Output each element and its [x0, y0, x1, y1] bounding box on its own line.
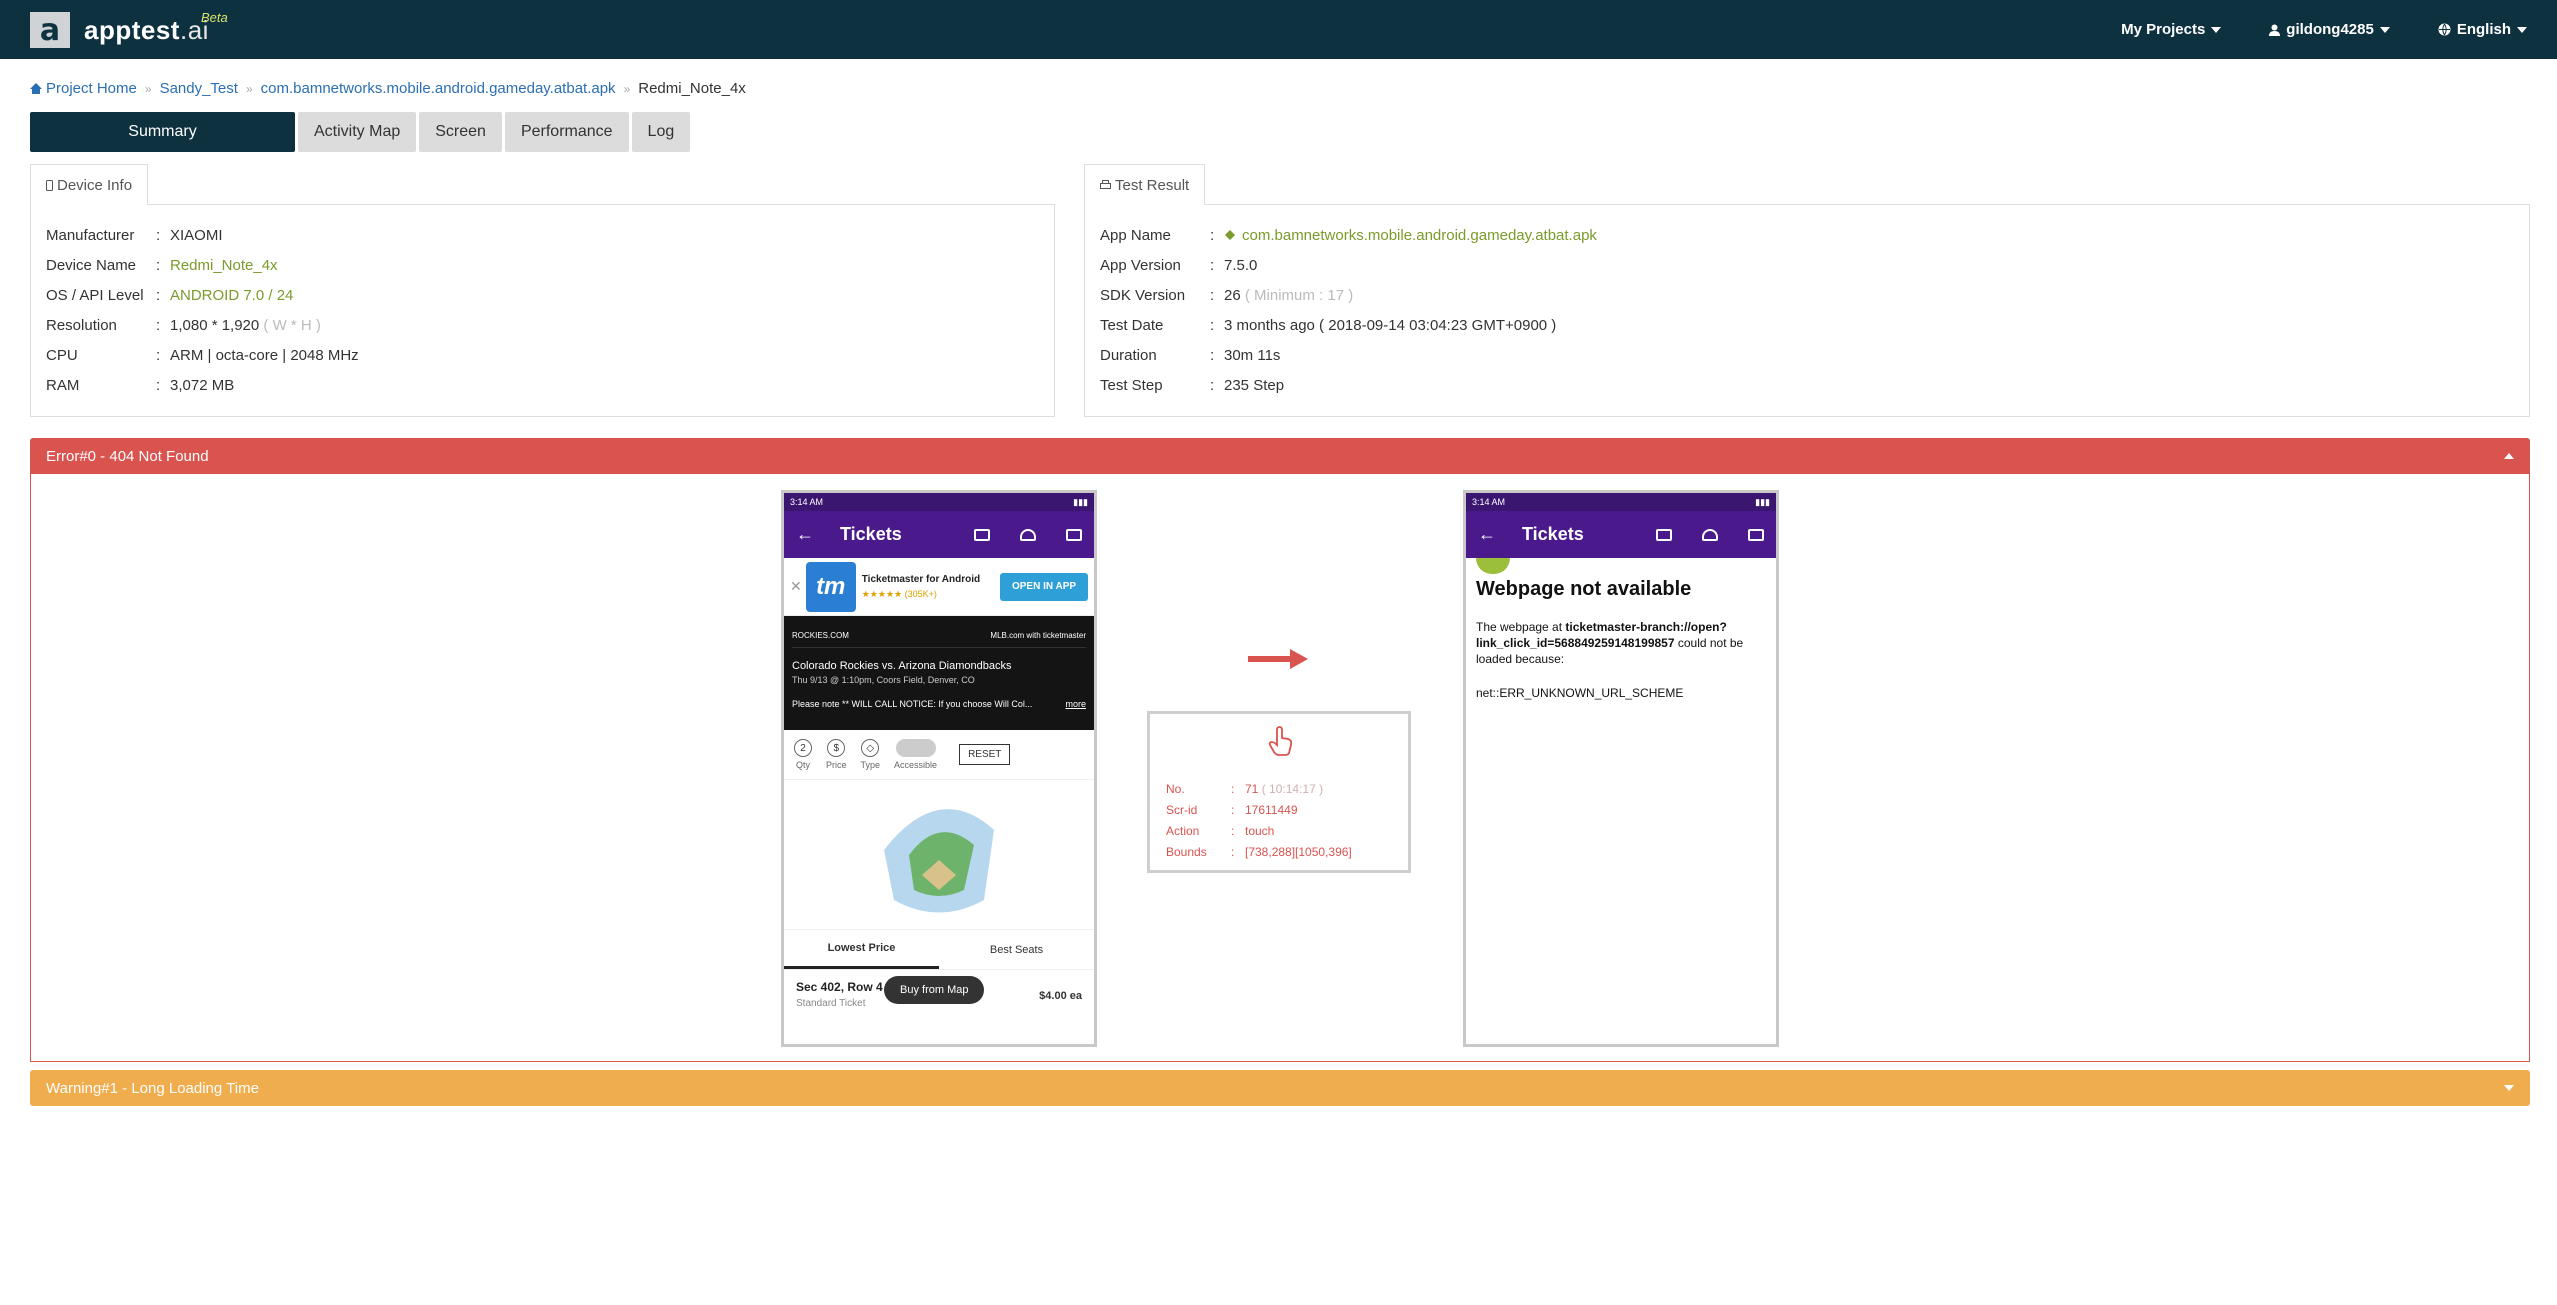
- info-row-ram: RAM:3,072 MB: [46, 377, 235, 394]
- before-screenshot: 3:14 AM ▮▮▮ ← Tickets ✕ tm Ticketmaster f…: [781, 490, 1097, 1047]
- info-row-app-name: App Name: com.bamnetworks.mobile.android…: [1100, 227, 1597, 244]
- test-result-tab[interactable]: Test Result: [1084, 164, 1206, 205]
- warning-panel-header[interactable]: Warning#1 - Long Loading Time: [30, 1070, 2530, 1106]
- info-row-sdk-version: SDK Version:26 ( Minimum : 17 ): [1100, 287, 1354, 304]
- stadium-map: [784, 780, 1094, 930]
- info-row-duration: Duration:30m 11s: [1100, 347, 1281, 364]
- caret-down-icon: [2211, 26, 2222, 33]
- event-block: ROCKIES.COM MLB.com with ticketmaster Col…: [784, 616, 1094, 730]
- ticket-listing: Sec 402, Row 4 Standard Ticket $4.00 ea …: [784, 970, 1094, 1020]
- user-menu[interactable]: gildong4285: [2269, 21, 2390, 38]
- sort-tabs: Lowest Price Best Seats: [784, 930, 1094, 970]
- back-arrow-icon: ←: [1478, 524, 1496, 544]
- my-projects-menu[interactable]: My Projects: [2121, 21, 2222, 38]
- action-row-scr-id: Scr-id:17611449: [1166, 803, 1298, 817]
- accessible-toggle: [895, 739, 936, 757]
- breadcrumb: Project Home » Sandy_Test » com.bamnetwo…: [30, 80, 746, 97]
- print-icon: [1100, 180, 1111, 189]
- mobile-icon: [46, 179, 53, 191]
- ticketmaster-logo: tm: [805, 561, 856, 612]
- after-screenshot: 3:14 AM ▮▮▮ ← Tickets Webpage not availab…: [1463, 490, 1779, 1047]
- info-row-cpu: CPU: ARM | octa-core | 2048 MHz: [46, 347, 359, 364]
- breadcrumb-home-link[interactable]: Project Home: [30, 80, 137, 97]
- arrow-right-icon: [1248, 649, 1308, 669]
- cast-icon: [974, 528, 990, 541]
- brand-name: apptest.ai: [84, 14, 209, 45]
- info-row-os: OS / API Level: ANDROID 7.0 / 24: [46, 287, 294, 304]
- beta-badge: Beta: [201, 10, 228, 25]
- tab-performance[interactable]: Performance: [504, 112, 629, 152]
- language-menu[interactable]: English: [2438, 21, 2527, 38]
- ticketmaster-banner: ✕ tm Ticketmaster for Android ★★★★★ (305K…: [784, 558, 1094, 616]
- top-navbar: a apptest.ai Beta My Projects gildong428…: [0, 0, 2557, 59]
- action-detail-card: No.:71 ( 10:14:17 ) Scr-id:17611449 Acti…: [1147, 711, 1411, 873]
- buy-from-map-button: Buy from Map: [884, 976, 985, 1004]
- info-row-test-date: Test Date:3 months ago ( 2018-09-14 03:0…: [1100, 317, 1557, 334]
- android-icon: [1225, 230, 1235, 240]
- info-row-device-name: Device Name: Redmi_Note_4x: [46, 257, 278, 274]
- error-title: Error#0 - 404 Not Found: [46, 447, 209, 465]
- headphones-icon: [1020, 528, 1036, 541]
- device-name-link[interactable]: Redmi_Note_4x: [170, 257, 278, 274]
- warning-title: Warning#1 - Long Loading Time: [46, 1079, 259, 1097]
- main-tabs: Summary Activity Map Screen Performance …: [30, 112, 691, 152]
- breadcrumb-apk-link[interactable]: com.bamnetworks.mobile.android.gameday.a…: [261, 80, 616, 97]
- error-webpage: Webpage not available The webpage at tic…: [1476, 578, 1744, 700]
- globe-icon: [2438, 23, 2451, 36]
- close-icon: ✕: [790, 578, 802, 594]
- device-info-body: Manufacturer: XIAOMI Device Name: Redmi_No…: [30, 204, 1055, 417]
- info-row-test-step: Test Step:235 Step: [1100, 377, 1285, 394]
- logo-mark: a: [30, 12, 70, 48]
- breadcrumb-current: Redmi_Note_4x: [638, 80, 746, 97]
- error-panel-header[interactable]: Error#0 - 404 Not Found: [30, 438, 2530, 474]
- device-info-tab[interactable]: Device Info: [30, 164, 149, 205]
- tv-icon: [1748, 528, 1764, 541]
- tab-screen[interactable]: Screen: [419, 112, 502, 152]
- test-result-panel: Test Result App Name: com.bamnetworks.mo…: [1084, 164, 2530, 417]
- phone-status-bar: 3:14 AM ▮▮▮: [1466, 493, 1776, 511]
- phone-status-bar: 3:14 AM ▮▮▮: [784, 493, 1094, 511]
- tab-log[interactable]: Log: [631, 112, 691, 152]
- caret-down-icon: [2379, 26, 2390, 33]
- breadcrumb-separator: »: [245, 81, 253, 96]
- tv-icon: [1066, 528, 1082, 541]
- ticket-filters: 2 Qty $ Price ◇ Type Accessible RESET: [784, 730, 1094, 780]
- phone-app-bar: ← Tickets: [784, 511, 1094, 558]
- back-arrow-icon: ←: [796, 524, 814, 544]
- tab-summary[interactable]: Summary: [30, 112, 295, 152]
- action-row-action: Action: touch: [1166, 824, 1275, 838]
- collapse-icon[interactable]: [2504, 453, 2514, 459]
- action-row-bounds: Bounds: [738,288][1050,396]: [1166, 845, 1352, 859]
- test-result-body: App Name: com.bamnetworks.mobile.android…: [1084, 204, 2530, 417]
- info-row-resolution: Resolution:1,080 * 1,920 ( W * H ): [46, 317, 321, 334]
- expand-icon[interactable]: [2504, 1085, 2514, 1091]
- user-icon: [2269, 24, 2281, 36]
- brand-logo[interactable]: a apptest.ai Beta: [30, 10, 228, 48]
- open-in-app-button: OPEN IN APP: [1000, 572, 1088, 601]
- caret-down-icon: [2517, 26, 2527, 33]
- phone-app-bar: ← Tickets: [1466, 511, 1776, 558]
- breadcrumb-separator: »: [144, 81, 152, 96]
- action-row-no: No.:71 ( 10:14:17 ): [1166, 782, 1324, 796]
- cast-icon: [1656, 528, 1672, 541]
- app-name-link[interactable]: com.bamnetworks.mobile.android.gameday.a…: [1242, 227, 1597, 244]
- breadcrumb-project-link[interactable]: Sandy_Test: [160, 80, 238, 97]
- stadium-map-image: [884, 808, 994, 912]
- tab-activity-map[interactable]: Activity Map: [298, 112, 417, 152]
- info-row-app-version: App Version:7.5.0: [1100, 257, 1258, 274]
- home-icon: [30, 83, 42, 94]
- device-info-panel: Device Info Manufacturer: XIAOMI Device N…: [30, 164, 1055, 417]
- headphones-icon: [1702, 528, 1718, 541]
- touch-hand-icon: [1268, 726, 1293, 756]
- breadcrumb-separator: »: [623, 81, 631, 96]
- info-row-manufacturer: Manufacturer: XIAOMI: [46, 227, 223, 244]
